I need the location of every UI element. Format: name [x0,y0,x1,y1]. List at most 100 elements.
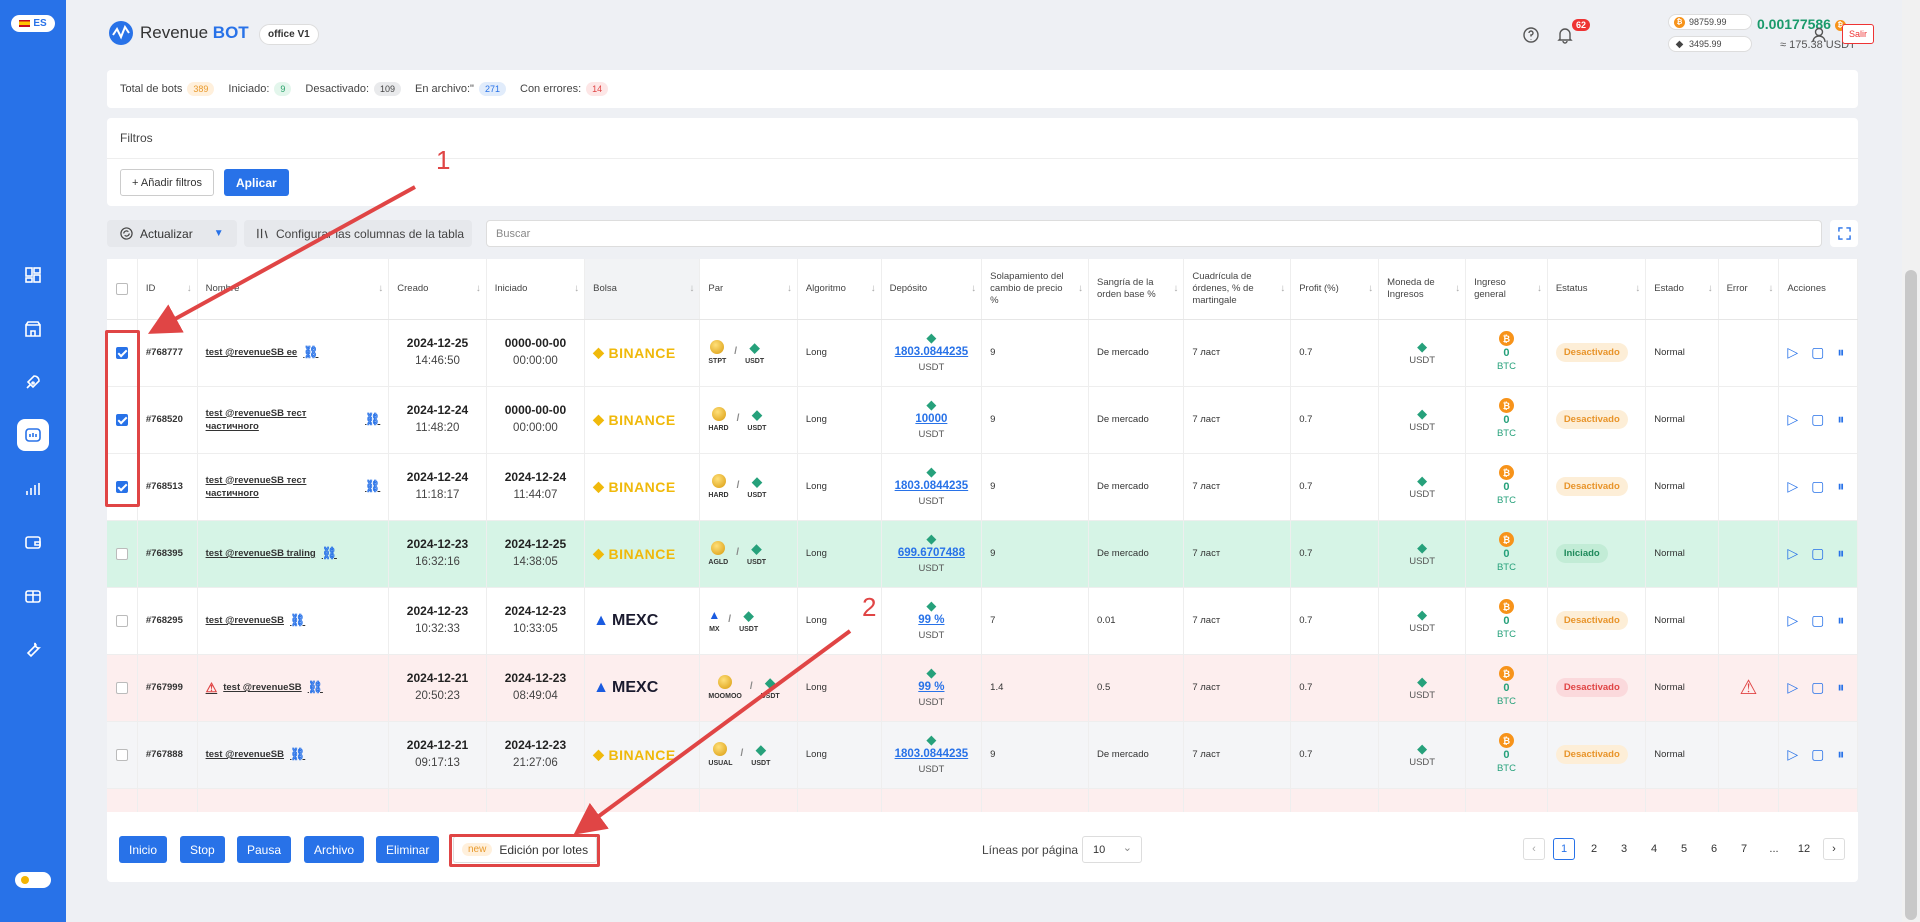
play-icon[interactable]: ▷ [1787,411,1798,427]
page-button[interactable]: 6 [1703,838,1725,860]
sort-icon[interactable]: ↓ [1078,283,1083,295]
more-icon[interactable]: ⋯ [1857,612,1858,629]
pause-icon[interactable]: ⏸ [1837,679,1844,695]
stop-icon[interactable]: ▢ [1811,545,1824,561]
scrollbar-thumb[interactable] [1905,270,1917,920]
link-icon[interactable]: ⛓ [365,480,380,493]
page-button[interactable]: 2 [1583,838,1605,860]
analytics-nav-icon[interactable] [17,473,49,505]
store-nav-icon[interactable] [17,313,49,345]
rows-per-page-select[interactable]: 10 [1082,836,1142,863]
col-grid[interactable]: Cuadrícula de órdenes, % de martingale ↓ [1183,259,1292,320]
play-icon[interactable]: ▷ [1787,545,1798,561]
col-algorithm[interactable]: Algoritmo ↓ [797,259,882,320]
col-created[interactable]: Creado ↓ [388,259,487,320]
sort-icon[interactable]: ↓ [476,283,481,295]
bot-name-link[interactable]: test @revenueSB тест частичного [206,474,359,500]
table-row[interactable]: #767888 test @revenueSB ⛓ 2024-12-21 09:17… [107,721,1858,789]
bell-icon[interactable] [1556,26,1574,44]
row-checkbox[interactable] [115,681,128,694]
sort-icon[interactable]: ↓ [378,283,383,295]
bulk-pause-button[interactable]: Pausa [237,836,292,863]
link-icon[interactable]: ⛓ [303,346,318,359]
col-pair[interactable]: Par ↓ [699,259,798,320]
error-warning-icon[interactable]: ⚠ [1739,677,1757,699]
pause-icon[interactable]: ⏸ [1837,746,1844,762]
row-checkbox[interactable] [115,748,128,761]
col-indent[interactable]: Sangría de la orden base % ↓ [1088,259,1185,320]
row-checkbox[interactable] [115,614,128,627]
link-icon[interactable]: ⛓ [308,681,323,694]
sort-icon[interactable]: ↓ [1280,283,1285,295]
play-icon[interactable]: ▷ [1787,679,1798,695]
apply-filters-button[interactable]: Aplicar [224,169,289,196]
deposit-link[interactable]: 1803.0844235 [895,480,969,492]
user-icon[interactable] [1810,26,1828,44]
table-row[interactable]: #768295 test @revenueSB ⛓ 2024-12-23 10:32… [107,587,1858,655]
tools-nav-icon[interactable] [17,633,49,665]
link-icon[interactable]: ⛓ [290,614,305,627]
sort-icon[interactable]: ↓ [689,283,694,295]
search-input[interactable] [486,220,1822,247]
page-button[interactable]: 7 [1733,838,1755,860]
table-row[interactable]: #767999 ⚠ test @revenueSB ⛓ 2024-12-21 20:5… [107,654,1858,722]
workspace-badge[interactable]: office V1 [259,24,319,45]
bulk-archive-button[interactable]: Archivo [304,836,365,863]
refresh-button[interactable]: Actualizar ▼ [107,220,237,247]
stop-icon[interactable]: ▢ [1811,612,1824,628]
more-icon[interactable]: ⋯ [1857,679,1858,696]
col-overlap[interactable]: Solapamiento del cambio de precio % ↓ [981,259,1090,320]
play-icon[interactable]: ▷ [1787,612,1798,628]
sort-icon[interactable]: ↓ [187,283,192,295]
pause-icon[interactable]: ⏸ [1837,344,1844,360]
sort-icon[interactable]: ↓ [1455,283,1460,295]
select-all-checkbox[interactable] [115,282,128,295]
gift-nav-icon[interactable] [17,579,49,611]
sort-icon[interactable]: ↓ [971,283,976,295]
more-icon[interactable]: ⋯ [1857,478,1858,495]
play-icon[interactable]: ▷ [1787,344,1798,360]
col-income[interactable]: Ingreso general ↓ [1465,259,1548,320]
stop-icon[interactable]: ▢ [1811,344,1824,360]
col-id[interactable]: ID ↓ [137,259,198,320]
sort-icon[interactable]: ↓ [574,283,579,295]
sort-icon[interactable]: ↓ [1173,283,1178,295]
col-income-coin[interactable]: Moneda de Ingresos ↓ [1378,259,1467,320]
theme-toggle[interactable] [15,872,51,888]
play-icon[interactable]: ▷ [1787,478,1798,494]
deposit-link[interactable]: 99 % [918,614,944,626]
prev-page-button[interactable]: ‹ [1523,838,1545,860]
sort-icon[interactable]: ↓ [1537,283,1542,295]
sort-icon[interactable]: ↓ [1368,283,1373,295]
sort-icon[interactable]: ↓ [1708,283,1713,295]
bulk-start-button[interactable]: Inicio [119,836,168,863]
app-logo[interactable]: Revenue BOT [108,20,249,46]
page-scrollbar[interactable] [1902,0,1920,922]
dashboard-nav-icon[interactable] [17,259,49,291]
language-switcher[interactable]: ES [11,15,55,32]
table-row[interactable]: #768513 test @revenueSB тест частичного ⛓… [107,453,1858,521]
link-icon[interactable]: ⛓ [365,413,380,426]
page-button[interactable]: 4 [1643,838,1665,860]
col-state[interactable]: Estado ↓ [1645,259,1719,320]
row-checkbox[interactable] [115,547,128,560]
deposit-link[interactable]: 10000 [915,413,947,425]
refresh-dropdown-icon[interactable]: ▼ [214,228,224,239]
bot-name-link[interactable]: test @revenueSB [206,748,284,761]
page-button[interactable]: 5 [1673,838,1695,860]
more-icon[interactable]: ⋯ [1857,545,1858,562]
logout-button[interactable]: Salir [1842,24,1875,44]
pause-icon[interactable]: ⏸ [1837,411,1844,427]
link-icon[interactable]: ⛓ [322,547,337,560]
bulk-delete-button[interactable]: Eliminar [376,836,440,863]
col-started[interactable]: Iniciado ↓ [486,259,586,320]
play-icon[interactable]: ▷ [1787,746,1798,762]
sort-icon[interactable]: ↓ [1768,283,1773,295]
sort-icon[interactable]: ↓ [871,283,876,295]
more-icon[interactable]: ⋯ [1857,344,1858,361]
col-deposit[interactable]: Depósito ↓ [881,259,983,320]
table-row[interactable]: 2024-12-21 2024-12-21 ▲MEXC ₿ ⚠ ▷▢⏸⋯ [107,788,1858,812]
pause-icon[interactable]: ⏸ [1837,545,1844,561]
stop-icon[interactable]: ▢ [1811,746,1824,762]
configure-columns-button[interactable]: Configurar las columnas de la tabla [244,220,472,247]
